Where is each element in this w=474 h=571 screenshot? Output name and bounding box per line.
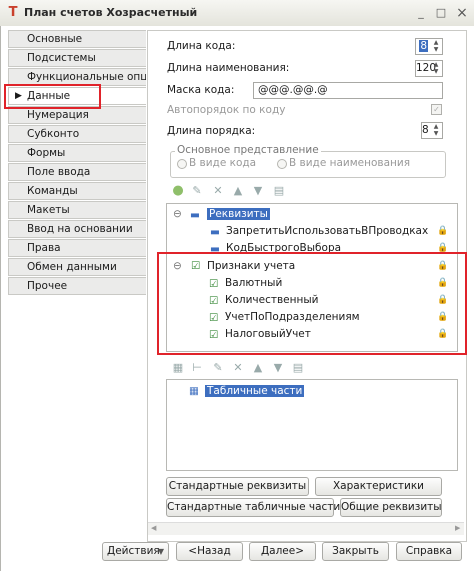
order-length-value: 8 xyxy=(422,124,429,136)
help-button[interactable]: Справка xyxy=(396,542,462,561)
next-button[interactable]: Далее> xyxy=(249,542,316,561)
main-view-group-title: Основное представление xyxy=(175,144,321,156)
sidebar-item-label: Подсистемы xyxy=(27,52,96,64)
close-icon[interactable]: × xyxy=(455,6,469,20)
sidebar-item-label: Ввод на основании xyxy=(27,223,133,235)
minimize-icon[interactable]: _ xyxy=(414,6,428,20)
sidebar-item-label: Права xyxy=(27,242,61,254)
delete-icon[interactable]: ✕ xyxy=(231,361,245,375)
view-as-name-radio[interactable] xyxy=(277,159,287,169)
table-icon: ▦ xyxy=(189,385,199,397)
spin-icon[interactable]: ▲ ▼ xyxy=(431,39,441,53)
move-up-icon[interactable]: ▲ xyxy=(231,184,245,198)
add-sub-icon[interactable]: ⊢ xyxy=(190,361,204,375)
tabular-parts-root[interactable]: Табличные части xyxy=(205,385,305,397)
close-button[interactable]: Закрыть xyxy=(322,542,389,561)
order-length-input[interactable]: 8 ▲ ▼ xyxy=(421,122,443,139)
add-icon[interactable]: ● xyxy=(171,184,185,198)
code-mask-label: Маска кода: xyxy=(167,84,235,96)
spin-icon[interactable]: ▲ ▼ xyxy=(431,123,441,137)
move-down-icon[interactable]: ▼ xyxy=(251,184,265,198)
attributes-folder-icon: ▬ xyxy=(190,209,200,221)
sidebar-item-data-exchange[interactable]: Обмен данными xyxy=(8,258,146,276)
sidebar-item-subsystems[interactable]: Подсистемы xyxy=(8,49,146,67)
attributes-root[interactable]: Реквизиты xyxy=(207,208,270,220)
sidebar-item-rights[interactable]: Права xyxy=(8,239,146,257)
name-length-label: Длина наименования: xyxy=(167,62,290,74)
spin-icon[interactable]: ▲ ▼ xyxy=(431,61,441,75)
actions-button[interactable]: Действия ▼ xyxy=(102,542,169,561)
sidebar-item-commands[interactable]: Команды xyxy=(8,182,146,200)
maximize-icon[interactable]: □ xyxy=(434,6,448,20)
auto-order-checkbox[interactable]: ✓ xyxy=(431,104,442,115)
sidebar-item-label: Функциональные опции xyxy=(27,71,146,83)
code-mask-input[interactable]: @@@.@@.@ xyxy=(253,82,443,99)
view-as-name-label: В виде наименования xyxy=(289,157,411,169)
delete-icon[interactable]: ✕ xyxy=(211,184,225,198)
characteristics-button[interactable]: Характеристики xyxy=(315,477,442,496)
sort-icon[interactable]: ▤ xyxy=(272,184,286,198)
move-up-icon[interactable]: ▲ xyxy=(251,361,265,375)
name-length-input[interactable]: 120 ▲ ▼ xyxy=(415,60,443,77)
sidebar-item-label: Команды xyxy=(27,185,78,197)
attribute-item[interactable]: ЗапретитьИспользоватьВПроводках xyxy=(226,225,428,237)
attributes-root-label: Реквизиты xyxy=(207,208,270,220)
common-attributes-button[interactable]: Общие реквизиты xyxy=(340,498,442,517)
sidebar: Основные Подсистемы Функциональные опции… xyxy=(8,30,147,300)
scroll-right-icon[interactable]: ▶ xyxy=(455,524,460,532)
add-tabular-icon[interactable]: ▦ xyxy=(171,361,185,375)
sort-icon[interactable]: ▤ xyxy=(291,361,305,375)
sidebar-item-input-field[interactable]: Поле ввода xyxy=(8,163,146,181)
back-button[interactable]: <Назад xyxy=(176,542,243,561)
app-icon: Т xyxy=(8,5,18,20)
sidebar-item-basic[interactable]: Основные xyxy=(8,30,146,48)
sidebar-item-label: Нумерация xyxy=(27,109,89,121)
code-length-value: 8 xyxy=(419,40,428,52)
sidebar-item-label: Основные xyxy=(27,33,83,45)
collapse-icon[interactable]: ⊖ xyxy=(173,208,182,220)
sidebar-item-label: Формы xyxy=(27,147,66,159)
title-bar: Т План счетов Хозрасчетный _ □ × xyxy=(0,0,474,27)
code-length-label: Длина кода: xyxy=(167,40,236,52)
sidebar-item-label: Субконто xyxy=(27,128,80,140)
sidebar-item-label: Обмен данными xyxy=(27,261,117,273)
sidebar-item-input-based[interactable]: Ввод на основании xyxy=(8,220,146,238)
actions-label: Действия xyxy=(107,545,160,557)
scroll-left-icon[interactable]: ◀ xyxy=(151,524,156,532)
sidebar-item-templates[interactable]: Макеты xyxy=(8,201,146,219)
tabular-parts-root-label: Табличные части xyxy=(205,385,305,397)
horizontal-scrollbar[interactable] xyxy=(148,522,464,535)
code-length-input[interactable]: 8 ▲ ▼ xyxy=(415,38,443,55)
view-as-code-radio[interactable] xyxy=(177,159,187,169)
sidebar-item-forms[interactable]: Формы xyxy=(8,144,146,162)
lock-icon: 🔒 xyxy=(437,226,449,236)
attribute-icon: ▬ xyxy=(210,226,220,238)
move-down-icon[interactable]: ▼ xyxy=(271,361,285,375)
dropdown-arrow-icon: ▼ xyxy=(157,547,164,556)
sidebar-item-label: Прочее xyxy=(27,280,68,292)
sidebar-item-label: Макеты xyxy=(27,204,70,216)
highlight-box-data-tab xyxy=(4,84,101,109)
view-as-code-label: В виде кода xyxy=(189,157,257,169)
sidebar-item-other[interactable]: Прочее xyxy=(8,277,146,295)
highlight-box-accounting-flags xyxy=(157,252,467,355)
standard-tabular-parts-button[interactable]: Стандартные табличные части xyxy=(166,498,340,517)
edit-icon[interactable]: ✎ xyxy=(211,361,225,375)
sidebar-item-label: Поле ввода xyxy=(27,166,91,178)
edit-icon[interactable]: ✎ xyxy=(190,184,204,198)
standard-attributes-button[interactable]: Стандартные реквизиты xyxy=(166,477,309,496)
window-title: План счетов Хозрасчетный xyxy=(24,6,198,19)
order-length-label: Длина порядка: xyxy=(167,125,256,137)
sidebar-item-subconto[interactable]: Субконто xyxy=(8,125,146,143)
auto-order-label: Автопорядок по коду xyxy=(167,104,286,116)
